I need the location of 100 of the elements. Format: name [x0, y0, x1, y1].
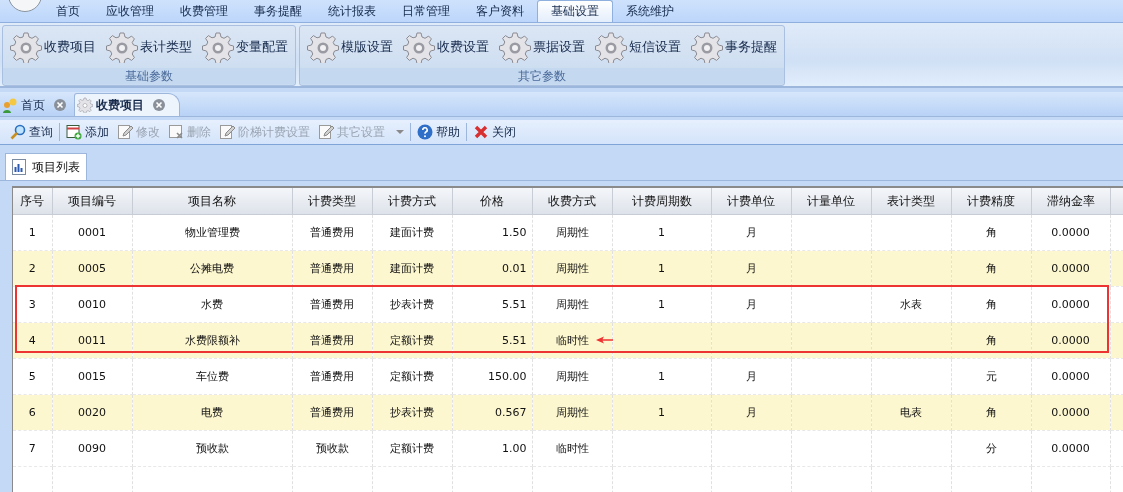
toolbar-button[interactable]: 添加	[62, 121, 113, 143]
toolbar-button[interactable]: 关闭	[469, 121, 520, 143]
table-cell: 2	[28, 262, 36, 275]
menu-tab[interactable]: 首页	[43, 1, 93, 22]
ribbon-button[interactable]: 收费设置	[398, 31, 494, 63]
ribbon-button[interactable]: 事务提醒	[686, 31, 782, 63]
table-cell: 普通费用	[310, 370, 354, 383]
menu-tab[interactable]: 应收管理	[93, 1, 167, 22]
panel-tab[interactable]: 项目列表	[5, 153, 87, 180]
close-icon[interactable]	[153, 99, 165, 111]
table-cell: 0.0000	[1051, 442, 1090, 455]
ribbon-button[interactable]: 票据设置	[494, 31, 590, 63]
table-cell: 月	[745, 370, 757, 383]
column-header[interactable]: 表计类型	[871, 188, 951, 215]
ribbon-button[interactable]: 变量配置	[197, 31, 293, 63]
document-tab[interactable]: 首页	[0, 94, 74, 116]
table-cell: 预收款	[195, 442, 229, 455]
table-cell: 抄表计费	[390, 406, 434, 419]
table-cell: 周期性	[555, 262, 589, 275]
gear-icon	[499, 31, 531, 63]
people-icon	[2, 97, 18, 113]
table-cell: 角	[985, 226, 997, 239]
table-cell: 临时性	[555, 442, 589, 455]
table-cell: 定额计费	[390, 370, 434, 383]
column-header[interactable]: 计量单位	[791, 188, 871, 215]
close-icon[interactable]	[54, 99, 66, 111]
table-cell: 0011	[78, 334, 106, 347]
table-cell: 3	[28, 298, 36, 311]
table-cell: 预收款	[315, 442, 349, 455]
table-cell: 临时性	[555, 334, 589, 347]
table-cell: 元	[985, 370, 997, 383]
document-tab[interactable]: 收费项目	[74, 93, 180, 116]
ribbon-button[interactable]: 表计类型	[101, 31, 197, 63]
menu-tab[interactable]: 统计报表	[315, 1, 389, 22]
table-cell: 0.01	[502, 262, 527, 275]
table-cell: 5.51	[502, 298, 527, 311]
table-cell: 6	[28, 406, 36, 419]
table-cell: 5.51	[502, 334, 527, 347]
column-header[interactable]: 项目编号	[52, 188, 132, 215]
menu-tab[interactable]: 系统维护	[613, 1, 687, 22]
caret-icon	[396, 130, 404, 134]
menu-tab[interactable]: 客户资料	[463, 1, 537, 22]
gear-icon	[77, 97, 93, 113]
toolbar-button[interactable]: 帮助	[413, 121, 464, 143]
table-cell: 物业管理费	[184, 226, 240, 239]
edit-icon	[219, 124, 235, 140]
table-cell: 建面计费	[390, 262, 434, 275]
column-header[interactable]: 序号	[13, 188, 52, 215]
column-header[interactable]: 滞纳金率	[1031, 188, 1110, 215]
table-cell: 0001	[78, 226, 106, 239]
column-header[interactable]: 计费单位	[711, 188, 791, 215]
table-cell: 0005	[78, 262, 106, 275]
table-cell: 电表	[900, 406, 922, 419]
toolbar-button[interactable]: 查询	[6, 121, 57, 143]
table-cell: 1.00	[502, 442, 527, 455]
menu-tab[interactable]: 日常管理	[389, 1, 463, 22]
table-cell: 周期性	[555, 370, 589, 383]
ribbon-button[interactable]: 短信设置	[590, 31, 686, 63]
table-cell: 5	[28, 370, 36, 383]
table-cell: 月	[745, 262, 757, 275]
table-cell: 角	[985, 406, 997, 419]
table-cell: 角	[985, 262, 997, 275]
table-cell: 周期性	[555, 298, 589, 311]
column-header[interactable]: 价格	[452, 188, 532, 215]
table-cell: 1	[658, 298, 665, 311]
menu-tab[interactable]: 基础设置	[537, 0, 613, 22]
table-cell: 0.0000	[1051, 298, 1090, 311]
table-cell: 建面计费	[390, 226, 434, 239]
table-cell: 普通费用	[310, 298, 354, 311]
column-header[interactable]: 收费方式	[532, 188, 612, 215]
table-cell: 0.0000	[1051, 226, 1090, 239]
table-cell: 普通费用	[310, 334, 354, 347]
table-cell: 0.0000	[1051, 262, 1090, 275]
help-icon	[417, 124, 433, 140]
table-cell: 0.0000	[1051, 370, 1090, 383]
table-cell: 周期性	[555, 226, 589, 239]
table-cell: 定额计费	[390, 334, 434, 347]
delete-icon	[168, 124, 184, 140]
table-cell: 水表	[900, 298, 922, 311]
ribbon-button[interactable]: 模版设置	[302, 31, 398, 63]
table-cell: 角	[985, 298, 997, 311]
ribbon-group-title: 基础参数	[3, 68, 295, 84]
table-cell: 普通费用	[310, 226, 354, 239]
ribbon-group-title: 其它参数	[300, 68, 784, 84]
table-cell: 普通费用	[310, 406, 354, 419]
column-header[interactable]: 计费精度	[951, 188, 1031, 215]
column-header[interactable]: 项目名称	[132, 188, 292, 215]
table-cell: 1	[658, 262, 665, 275]
menu-tab[interactable]: 收费管理	[167, 1, 241, 22]
ribbon-button[interactable]: 收费项目	[5, 31, 101, 63]
column-header[interactable]: 计费类型	[292, 188, 372, 215]
close-icon	[473, 124, 489, 140]
column-header[interactable]: 计费周期数	[612, 188, 711, 215]
table-cell: 角	[985, 334, 997, 347]
column-header[interactable]: 计费方式	[372, 188, 452, 215]
gear-icon	[403, 31, 435, 63]
table-cell: 车位费	[195, 370, 229, 383]
table-cell: 7	[28, 442, 36, 455]
menu-tab[interactable]: 事务提醒	[241, 1, 315, 22]
table-cell: 1	[658, 370, 665, 383]
